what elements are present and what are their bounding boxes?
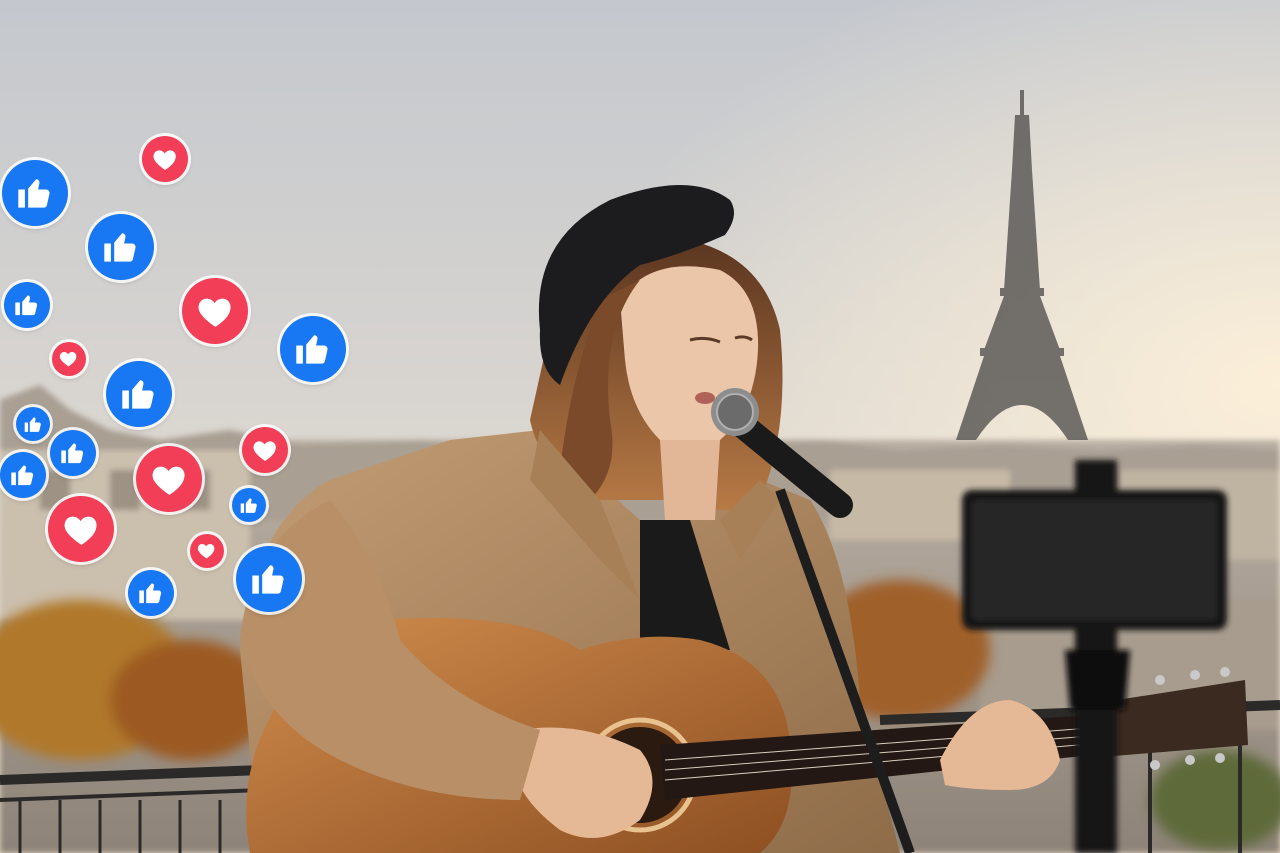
scene-photo xyxy=(0,0,1280,853)
